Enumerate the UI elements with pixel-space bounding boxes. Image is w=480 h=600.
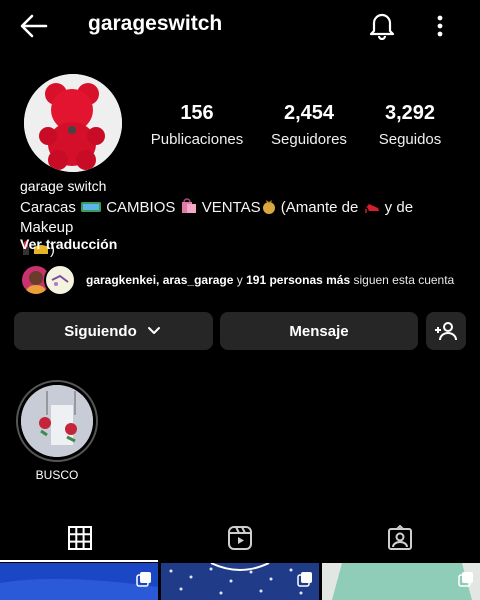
mutual-more: 191 personas más xyxy=(246,273,351,287)
mutual-names: garagkenkei, aras_garage xyxy=(86,273,234,287)
active-tab-indicator xyxy=(0,560,158,562)
arrow-left-icon[interactable] xyxy=(18,10,50,42)
followers-label: Seguidores xyxy=(271,131,347,148)
mutual-avatar-2[interactable] xyxy=(44,264,76,296)
post-image xyxy=(0,563,158,600)
tab-reels[interactable] xyxy=(160,514,320,562)
bell-icon[interactable] xyxy=(368,10,396,40)
posts-count: 156 xyxy=(180,102,214,124)
grid-icon xyxy=(68,526,92,550)
post-image xyxy=(322,563,480,600)
bio-text-1: Caracas xyxy=(20,199,81,216)
profile-avatar[interactable] xyxy=(24,74,122,172)
post-thumbnail[interactable] xyxy=(0,563,158,600)
mutual-connector: y xyxy=(233,273,247,287)
message-label: Mensaje xyxy=(289,322,349,340)
stat-posts[interactable]: 156 Publicaciones xyxy=(148,102,246,148)
tab-tagged[interactable] xyxy=(320,514,480,562)
posts-label: Publicaciones xyxy=(150,131,244,148)
stat-followers[interactable]: 2,454 Seguidores xyxy=(262,102,356,148)
more-vertical-icon[interactable] xyxy=(430,12,450,40)
multiple-photos-icon xyxy=(458,572,473,587)
profile-username: garageswitch xyxy=(88,12,223,35)
teddy-bear-image xyxy=(24,74,122,172)
post-image xyxy=(161,563,319,600)
high-heel-emoji-icon xyxy=(363,204,379,213)
display-name: garage switch xyxy=(20,178,107,194)
highlight-label: BUSCO xyxy=(35,468,79,482)
shopping-bags-emoji-icon xyxy=(181,198,196,213)
bio-text-3: VENTAS xyxy=(197,199,261,216)
mutual-suffix: siguen esta cuenta xyxy=(350,273,455,287)
message-button[interactable]: Mensaje xyxy=(220,312,418,350)
following-count: 3,292 xyxy=(384,102,436,124)
following-label: Siguiendo xyxy=(64,322,137,340)
chevron-down-icon xyxy=(147,327,160,334)
see-translation-link[interactable]: Ver traducción xyxy=(20,236,117,252)
followers-count: 2,454 xyxy=(283,102,335,124)
mutual-followers-text[interactable]: garagkenkei, aras_garage y 191 personas … xyxy=(86,273,454,287)
bio-text-2: CAMBIOS xyxy=(102,199,180,216)
add-user-icon xyxy=(435,322,457,341)
suggest-people-button[interactable] xyxy=(426,312,466,350)
stat-following[interactable]: 3,292 Seguidos xyxy=(372,102,448,148)
multiple-photos-icon xyxy=(297,572,312,587)
bio-text-4: (Amante de xyxy=(276,199,363,216)
top-bar: garageswitch xyxy=(0,0,480,52)
following-button[interactable]: Siguiendo xyxy=(14,312,213,350)
post-thumbnail[interactable] xyxy=(161,563,319,600)
earrings-image xyxy=(21,385,93,457)
following-label: Seguidos xyxy=(378,131,442,148)
money-bag-emoji-icon xyxy=(262,200,275,214)
highlight-thumbnail xyxy=(21,385,93,457)
story-highlight[interactable] xyxy=(16,380,98,462)
reels-icon xyxy=(228,526,252,550)
multiple-photos-icon xyxy=(136,572,151,587)
mutual-avatar-2-image xyxy=(51,274,69,286)
profile-tabs xyxy=(0,514,480,562)
banknote-emoji-icon xyxy=(81,202,102,212)
tagged-icon xyxy=(388,525,412,550)
tab-grid[interactable] xyxy=(0,514,160,562)
post-thumbnail[interactable] xyxy=(322,563,480,600)
